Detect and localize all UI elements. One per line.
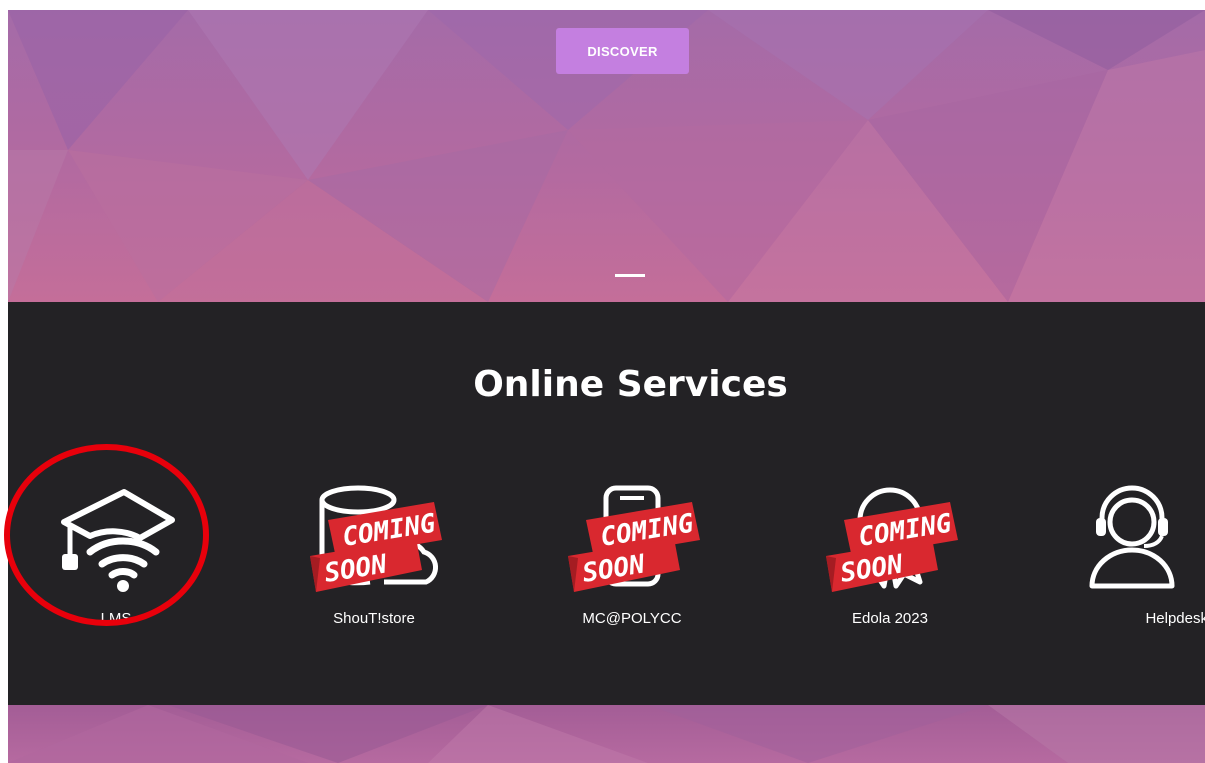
section-title: Online Services (473, 364, 788, 405)
service-label: Helpdesk (1145, 610, 1205, 627)
slider-indicator[interactable] (615, 274, 645, 277)
service-lms[interactable]: LMS (16, 482, 216, 642)
online-services-section: Online Services LMS COMING SOON ShouT!st… (8, 302, 1205, 705)
service-helpdesk[interactable]: Helpdesk (1048, 482, 1205, 642)
service-edola-2023[interactable]: COMING SOON Edola 2023 (790, 482, 990, 642)
hero-banner: DISCOVER (8, 10, 1205, 302)
polygon-background (8, 705, 1205, 763)
service-mc-polycc[interactable]: COMING SOON MC@POLYCC (532, 482, 732, 642)
graduation-cap-wifi-icon (61, 489, 175, 592)
service-label: ShouT!store (333, 610, 415, 627)
service-shoutstore[interactable]: COMING SOON ShouT!store (274, 482, 474, 642)
coming-soon-ribbon: COMING SOON (568, 502, 700, 592)
discover-button[interactable]: DISCOVER (556, 28, 689, 74)
service-label: Edola 2023 (852, 610, 928, 627)
headset-support-icon (1089, 485, 1175, 589)
service-label: LMS (100, 610, 132, 627)
service-label: MC@POLYCC (582, 610, 682, 627)
coming-soon-ribbon: COMING SOON (826, 502, 958, 592)
coming-soon-ribbon: COMING SOON (310, 502, 442, 592)
bottom-banner (8, 705, 1205, 763)
